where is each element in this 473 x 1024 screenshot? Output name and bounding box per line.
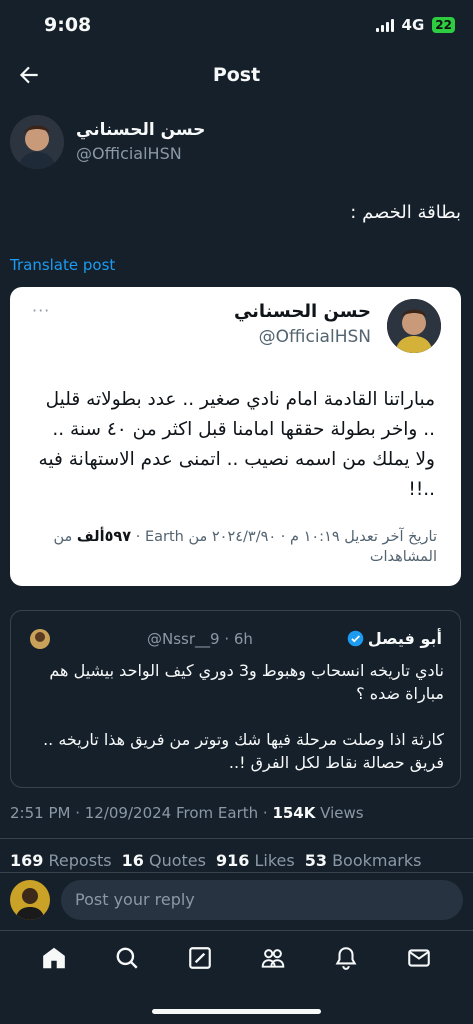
verified-badge-icon: [347, 630, 364, 647]
quote-avatar: [30, 629, 50, 649]
card-more-icon: ···: [32, 301, 51, 320]
grok-icon[interactable]: [187, 945, 213, 971]
search-icon[interactable]: [114, 945, 140, 971]
home-indicator: [152, 1009, 321, 1014]
stat-bookmarks[interactable]: 53 Bookmarks: [305, 851, 422, 870]
stat-count: 169: [10, 851, 44, 870]
stat-label: Likes: [254, 851, 295, 870]
quote-author: أبو فيصل: [347, 629, 442, 648]
bottom-nav: [0, 936, 473, 980]
my-avatar[interactable]: [10, 880, 50, 920]
stat-count: 916: [215, 851, 250, 870]
engagement-stats: 169 Reposts 16 Quotes 916 Likes 53 Bookm…: [10, 851, 421, 870]
quote-text: نادي تاريخه انسحاب وهبوط و3 دوري كيف الو…: [23, 659, 444, 774]
quote-author-name: أبو فيصل: [367, 629, 442, 648]
stat-label: Quotes: [149, 851, 206, 870]
notifications-icon[interactable]: [333, 945, 359, 971]
stat-label: Reposts: [48, 851, 112, 870]
reply-input[interactable]: Post your reply: [61, 880, 463, 920]
stat-label: Bookmarks: [332, 851, 422, 870]
card-body-text: مباراتنا القادمة امام نادي صغير .. عدد ب…: [38, 389, 435, 500]
stat-count: 53: [304, 851, 327, 870]
quote-text-1: نادي تاريخه انسحاب وهبوط و3 دوري كيف الو…: [49, 661, 444, 703]
post-text: بطاقة الخصم :: [350, 202, 461, 223]
views-label: Views: [315, 804, 364, 822]
quote-text-2: كارثة اذا وصلت مرحلة فيها شك وتوتر من فر…: [43, 730, 444, 772]
card-author-handle: @OfficialHSN: [258, 327, 371, 347]
network-label: 4G: [401, 16, 425, 34]
author-handle[interactable]: @OfficialHSN: [76, 144, 182, 163]
post-timestamp: 2:51 PM · 12/09/2024 From Earth · 154K V…: [10, 804, 364, 822]
stat-reposts[interactable]: 169 Reposts: [10, 851, 112, 870]
stat-quotes[interactable]: 16 Quotes: [122, 851, 206, 870]
card-meta: تاريخ آخر تعديل ١٠:١٩ م · ٢٠٢٤/٣/٩٠ من E…: [30, 527, 437, 567]
battery-icon: 22: [432, 17, 455, 33]
embedded-image-card[interactable]: حسن الحسناني @OfficialHSN ··· مباراتنا ا…: [10, 287, 461, 586]
timestamp-text: 2:51 PM · 12/09/2024 From Earth ·: [10, 804, 273, 822]
quote-handle: @Nssr__9 · 6h: [147, 630, 253, 648]
card-author-name: حسن الحسناني: [233, 301, 371, 322]
status-icons: 4G 22: [375, 16, 455, 34]
messages-icon[interactable]: [406, 945, 432, 971]
status-time: 9:08: [44, 14, 92, 36]
quoted-post[interactable]: أبو فيصل @Nssr__9 · 6h نادي تاريخه انسحا…: [10, 610, 461, 788]
home-icon[interactable]: [41, 945, 67, 971]
battery-level: 22: [435, 18, 452, 32]
stat-count: 16: [121, 851, 144, 870]
card-meta-prefix: تاريخ آخر تعديل ١٠:١٩ م · ٢٠٢٤/٣/٩٠ من E…: [131, 529, 437, 545]
views-count: 154K: [272, 804, 316, 822]
card-avatar: [387, 299, 441, 353]
card-meta-views: ٥٩٧ألف: [76, 529, 132, 545]
page-title: Post: [212, 64, 261, 86]
translate-post-link[interactable]: Translate post: [10, 256, 115, 274]
divider: [0, 930, 473, 931]
divider: [0, 872, 473, 873]
author-name[interactable]: حسن الحسناني: [76, 120, 205, 140]
divider: [0, 838, 473, 839]
stat-likes[interactable]: 916 Likes: [216, 851, 295, 870]
communities-icon[interactable]: [260, 945, 286, 971]
author-avatar[interactable]: [10, 115, 64, 169]
signal-icon: [375, 18, 394, 32]
